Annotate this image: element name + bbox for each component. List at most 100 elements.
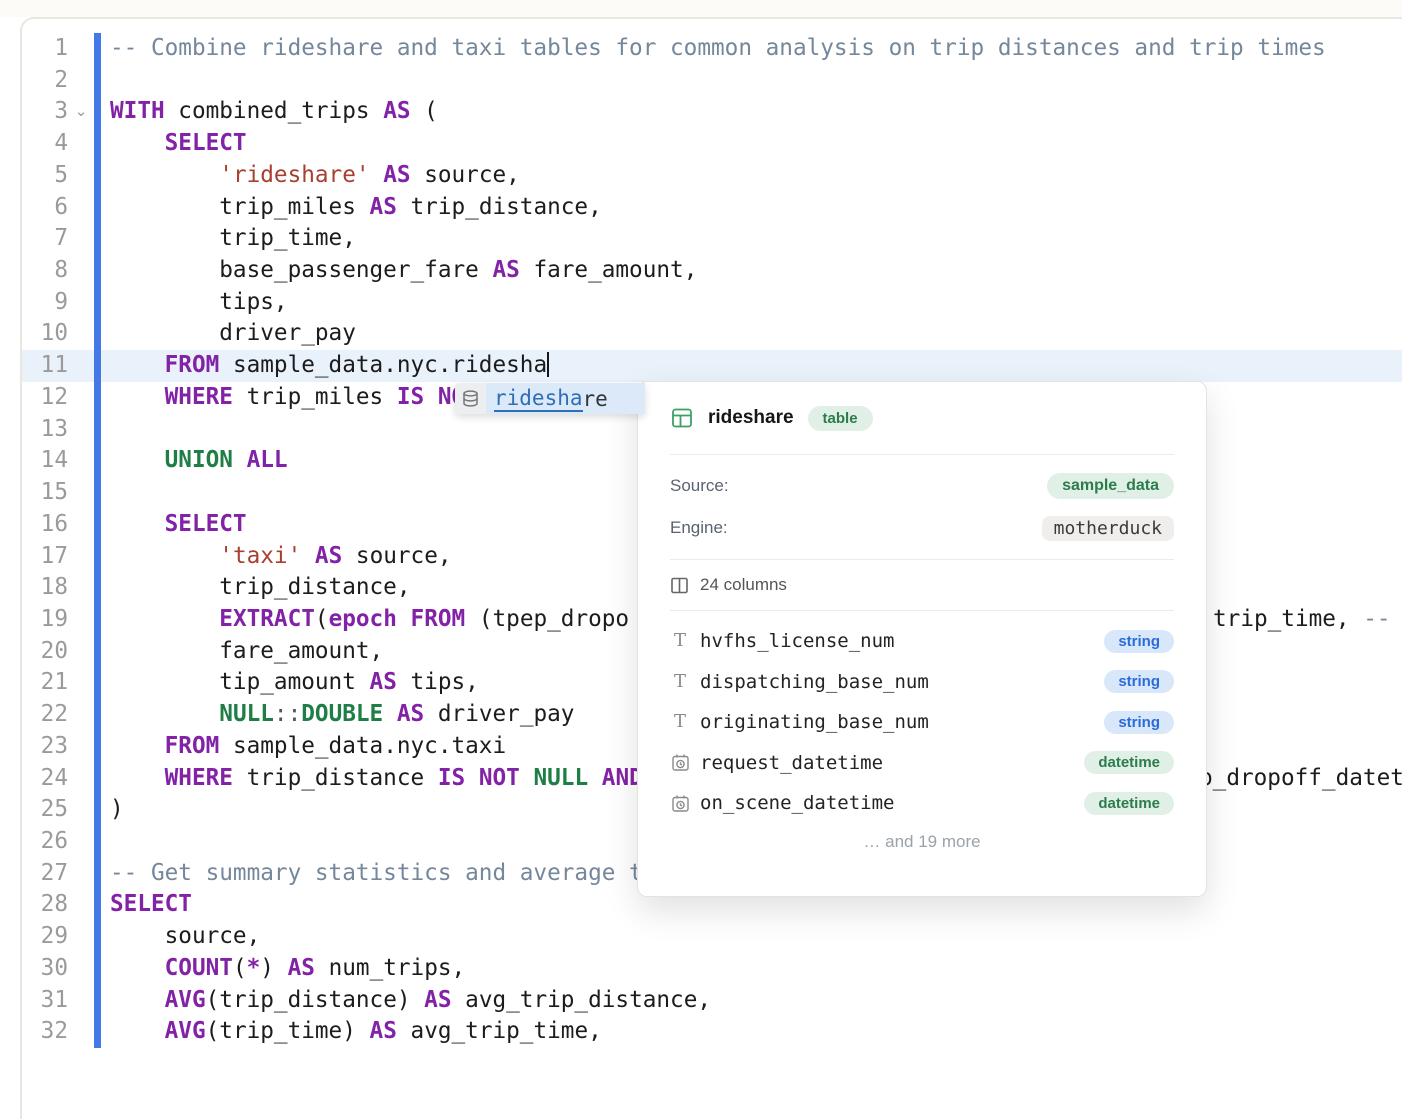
column-icon-wrap: [670, 794, 690, 813]
code-text[interactable]: 'rideshare' AS source,: [101, 160, 1402, 192]
code-line[interactable]: 11 FROM sample_data.nyc.ridesha: [22, 350, 1402, 382]
table-info-header: rideshare table: [670, 382, 1174, 455]
code-token: source,: [411, 162, 520, 188]
code-line[interactable]: 30 COUNT(*) AS num_trips,: [22, 953, 1402, 985]
code-token: (: [233, 955, 247, 981]
code-token: driver_pay: [110, 320, 356, 346]
code-token: (: [315, 606, 329, 632]
code-token: avg_trip_distance,: [452, 987, 712, 1013]
code-line[interactable]: 7 trip_time,: [22, 223, 1402, 255]
code-text[interactable]: COUNT(*) AS num_trips,: [101, 953, 1402, 985]
code-token: [110, 606, 219, 632]
code-line[interactable]: 32 AVG(trip_time) AS avg_trip_time,: [22, 1016, 1402, 1048]
code-token: [110, 765, 165, 791]
code-text[interactable]: source,: [101, 921, 1402, 953]
code-token: SELECT: [165, 511, 247, 537]
code-line[interactable]: 29 source,: [22, 921, 1402, 953]
code-line[interactable]: 3⌄WITH combined_trips AS (: [22, 96, 1402, 128]
column-type-badge: string: [1104, 670, 1174, 693]
line-number: 29: [22, 921, 68, 953]
code-token: AS: [370, 669, 397, 695]
code-token: AS: [315, 543, 342, 569]
gutter-accent-bar: [94, 921, 101, 953]
fold-spacer: [68, 33, 94, 65]
code-text[interactable]: SELECT: [101, 128, 1402, 160]
line-number: 30: [22, 953, 68, 985]
gutter-accent-bar: [94, 953, 101, 985]
text-type-icon: T: [674, 713, 686, 731]
autocomplete-item-label[interactable]: rideshare: [486, 383, 645, 414]
code-token: *: [247, 955, 261, 981]
line-number: 32: [22, 1016, 68, 1048]
gutter-accent-bar: [94, 414, 101, 446]
code-token: tip_amount: [110, 669, 370, 695]
code-token: [424, 384, 438, 410]
code-token: AS: [424, 987, 451, 1013]
code-token: [588, 765, 602, 791]
code-text[interactable]: [101, 65, 1402, 97]
code-line[interactable]: 2: [22, 65, 1402, 97]
line-number: 31: [22, 985, 68, 1017]
code-text[interactable]: AVG(trip_time) AS avg_trip_time,: [101, 1016, 1402, 1048]
code-line[interactable]: 31 AVG(trip_distance) AS avg_trip_distan…: [22, 985, 1402, 1017]
column-icon-wrap: T: [670, 713, 690, 731]
line-number: 14: [22, 445, 68, 477]
column-type-badge: datetime: [1084, 792, 1174, 815]
code-token: sample_data.nyc.ridesha: [219, 352, 547, 378]
code-line[interactable]: 6 trip_miles AS trip_distance,: [22, 192, 1402, 224]
code-text[interactable]: driver_pay: [101, 318, 1402, 350]
code-token: IS: [438, 765, 465, 791]
code-token: fare_amount,: [520, 257, 698, 283]
fold-spacer: [68, 65, 94, 97]
line-number: 23: [22, 731, 68, 763]
code-token: AS: [383, 98, 410, 124]
gutter-accent-bar: [94, 731, 101, 763]
column-icon-wrap: T: [670, 632, 690, 650]
line-number: 10: [22, 318, 68, 350]
code-text[interactable]: trip_time,: [101, 223, 1402, 255]
code-token: [383, 701, 397, 727]
code-token: [110, 352, 165, 378]
line-number: 17: [22, 541, 68, 573]
code-text[interactable]: tips,: [101, 287, 1402, 319]
code-text[interactable]: WITH combined_trips AS (: [101, 96, 1402, 128]
column-row: Toriginating_base_numstring: [670, 702, 1174, 743]
code-token: NOT: [479, 765, 520, 791]
code-text[interactable]: trip_miles AS trip_distance,: [101, 192, 1402, 224]
column-name: hvfhs_license_num: [700, 630, 894, 652]
columns-more-label: … and 19 more: [670, 832, 1174, 852]
code-text[interactable]: -- Combine rideshare and taxi tables for…: [101, 33, 1402, 65]
column-icon-wrap: T: [670, 673, 690, 691]
gutter-accent-bar: [94, 477, 101, 509]
line-number: 16: [22, 509, 68, 541]
code-line[interactable]: 9 tips,: [22, 287, 1402, 319]
columns-count-row: 24 columns: [670, 560, 1174, 611]
line-number: 4: [22, 128, 68, 160]
code-token: [110, 447, 165, 473]
code-token: WITH: [110, 98, 165, 124]
code-line[interactable]: 1-- Combine rideshare and taxi tables fo…: [22, 33, 1402, 65]
code-token: AS: [288, 955, 315, 981]
code-line[interactable]: 8 base_passenger_fare AS fare_amount,: [22, 255, 1402, 287]
code-line[interactable]: 5 'rideshare' AS source,: [22, 160, 1402, 192]
code-token: ): [260, 955, 287, 981]
code-line[interactable]: 10 driver_pay: [22, 318, 1402, 350]
gutter-accent-bar: [94, 858, 101, 890]
code-token: fare_amount,: [110, 638, 383, 664]
fold-spacer: [68, 763, 94, 795]
code-text[interactable]: base_passenger_fare AS fare_amount,: [101, 255, 1402, 287]
gutter-accent-bar: [94, 160, 101, 192]
column-type-badge: string: [1104, 711, 1174, 734]
code-token: num_trips,: [315, 955, 465, 981]
fold-spacer: [68, 192, 94, 224]
code-text[interactable]: AVG(trip_distance) AS avg_trip_distance,: [101, 985, 1402, 1017]
autocomplete-suggestion[interactable]: rideshare: [455, 383, 645, 414]
code-token: trip_time,: [110, 225, 356, 251]
fold-chevron-icon[interactable]: ⌄: [68, 96, 94, 128]
code-text[interactable]: FROM sample_data.nyc.ridesha: [101, 350, 1402, 382]
code-token: FROM: [165, 733, 220, 759]
code-line[interactable]: 4 SELECT: [22, 128, 1402, 160]
fold-spacer: [68, 667, 94, 699]
fold-spacer: [68, 794, 94, 826]
fold-spacer: [68, 414, 94, 446]
